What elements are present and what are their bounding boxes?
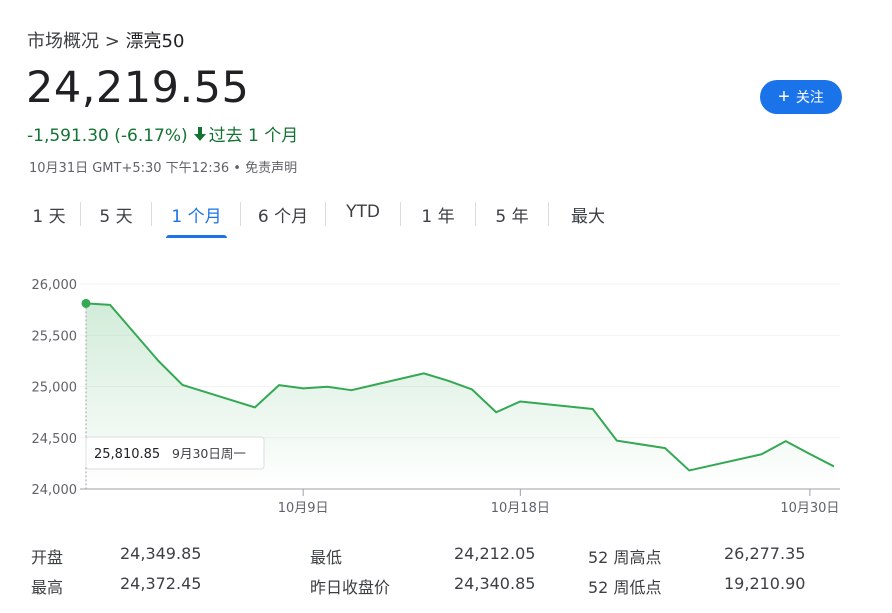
y-tick-label: 26,000 [32, 278, 78, 293]
stat-open-label: 开盘 [31, 548, 64, 567]
breadcrumb-separator: > [104, 31, 120, 52]
breadcrumb: 市场概况 > 漂亮50 [27, 27, 184, 53]
breadcrumb-current: 漂亮50 [125, 31, 185, 52]
hover-tooltip: 25,810.85 9月30日周一 [85, 436, 265, 470]
disclaimer-link[interactable]: 免责声明 [245, 161, 297, 176]
stat-52wk-low-label: 52 周低点 [588, 578, 662, 597]
stat-52wk-high-label: 52 周高点 [588, 548, 662, 567]
stat-low-value: 24,212.05 [454, 544, 536, 563]
price-chart[interactable]: 26,000 25,500 25,000 24,500 24,000 10月9日 10月1… [0, 260, 892, 525]
tab-1y[interactable]: 1 年 [401, 198, 475, 231]
range-tabs: 1 天 5 天 1 个月 6 个月 YTD 1 年 5 年 最大 [18, 198, 627, 238]
stat-52wk-high-value: 26,277.35 [724, 544, 806, 563]
current-price: 24,219.55 [26, 63, 250, 113]
tab-ytd[interactable]: YTD [326, 198, 400, 226]
y-tick-label: 25,000 [32, 381, 78, 396]
x-tick-label: 10月30日 [780, 501, 839, 516]
y-tick-label: 24,000 [32, 483, 78, 498]
stat-52wk-low-value: 19,210.90 [724, 574, 806, 593]
stat-open-value: 24,349.85 [120, 544, 202, 563]
breadcrumb-parent-link[interactable]: 市场概况 [27, 31, 99, 52]
quote-meta: 10月31日 GMT+5:30 下午12:36 • 免责声明 [29, 157, 297, 176]
stat-prev-close-value: 24,340.85 [454, 574, 536, 593]
stat-high-label: 最高 [31, 578, 64, 597]
timestamp: 10月31日 GMT+5:30 下午12:36 [29, 161, 230, 176]
stat-low-label: 最低 [310, 548, 343, 567]
x-tick-label: 10月18日 [491, 501, 550, 516]
tab-1m[interactable]: 1 个月 [166, 198, 227, 238]
price-change: -1,591.30 (-6.17%) [27, 126, 188, 146]
tab-6m[interactable]: 6 个月 [241, 198, 325, 231]
stat-prev-close-label: 昨日收盘价 [310, 578, 391, 597]
tab-5y[interactable]: 5 年 [476, 198, 548, 231]
bullet-separator: • [233, 161, 246, 176]
tooltip-date: 9月30日周一 [172, 446, 246, 461]
down-arrow-icon [193, 126, 206, 146]
follow-button[interactable]: + 关注 [760, 80, 842, 114]
plus-icon: + [778, 86, 790, 108]
tab-divider [151, 202, 152, 226]
tab-max[interactable]: 最大 [549, 198, 627, 231]
tab-5d[interactable]: 5 天 [81, 198, 151, 231]
follow-button-label: 关注 [795, 89, 824, 105]
change-period: 过去 1 个月 [208, 126, 299, 146]
y-tick-label: 24,500 [32, 432, 78, 447]
y-tick-label: 25,500 [32, 329, 78, 344]
tooltip-value: 25,810.85 [94, 447, 160, 462]
price-change-row: -1,591.30 (-6.17%) 过去 1 个月 [27, 121, 298, 146]
tab-1d[interactable]: 1 天 [18, 198, 80, 231]
stat-high-value: 24,372.45 [120, 574, 202, 593]
hover-point [81, 298, 91, 308]
x-tick-label: 10月9日 [278, 501, 329, 516]
